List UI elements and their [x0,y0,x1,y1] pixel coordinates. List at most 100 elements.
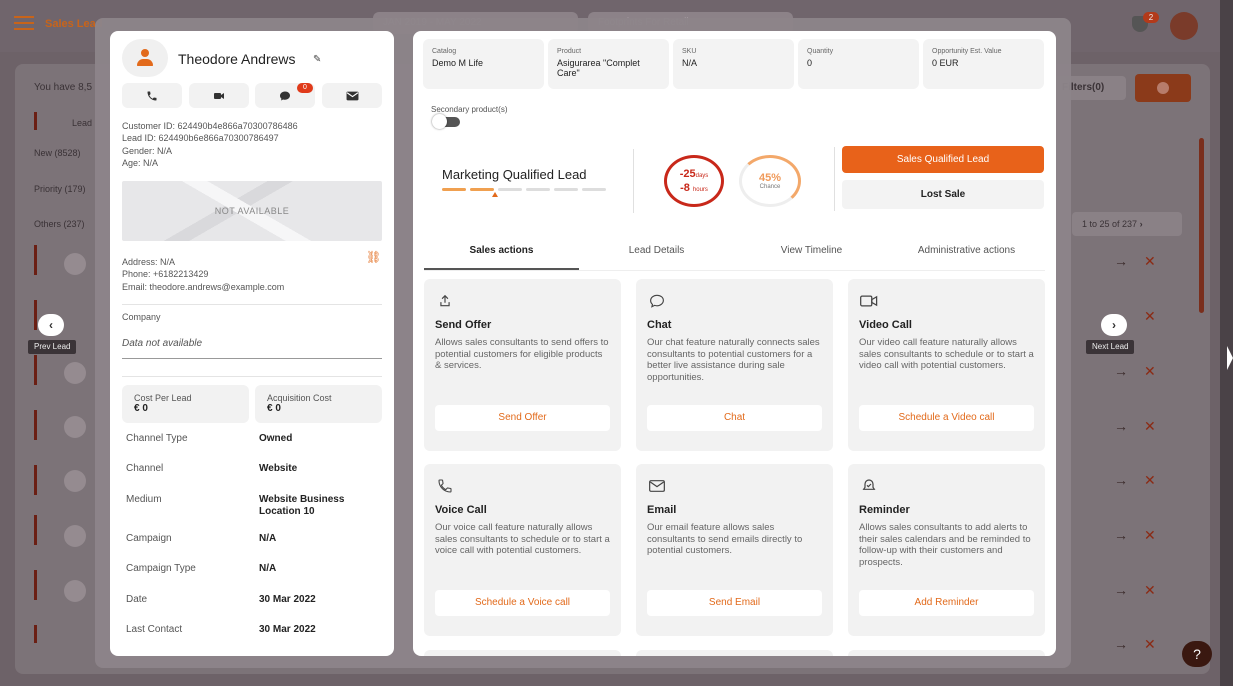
close-icon[interactable]: ✕ [1144,636,1156,653]
arrow-right-icon[interactable]: → [1114,472,1128,488]
add-lead-button[interactable] [1135,74,1191,102]
others-filter[interactable]: Others (237) [34,219,85,229]
next-lead-button[interactable]: › [1101,314,1127,336]
field-label: Catalog [432,48,457,55]
arrow-right-icon[interactable]: → [1114,418,1128,434]
action-card [424,650,621,656]
action-description: Our email feature allows sales consultan… [647,522,803,556]
sales-qualified-lead-button[interactable]: Sales Qualified Lead [842,146,1044,173]
reminder-card: Reminder Allows sales consultants to add… [848,464,1045,636]
send-offer-button[interactable]: Send Offer [435,405,610,431]
acquisition-cost-value: € 0 [267,403,281,414]
table-row [34,300,37,330]
field-value: Asigurarea "Complet Care" [557,58,640,78]
table-row [34,245,37,275]
tab-administrative-actions[interactable]: Administrative actions [889,245,1044,256]
close-icon[interactable]: ✕ [1144,363,1156,380]
detail-key: Campaign [126,533,172,544]
action-description: Our voice call feature naturally allows … [435,522,610,556]
side-expand-icon[interactable] [1227,346,1233,370]
days-unit: days [695,173,709,179]
user-avatar[interactable] [1170,12,1198,40]
action-description: Our video call feature naturally allows … [859,337,1034,371]
schedule-voice-call-button[interactable]: Schedule a Voice call [435,590,610,616]
call-button[interactable] [122,83,182,108]
close-icon[interactable]: ✕ [1144,308,1156,325]
company-label: Company [122,312,161,322]
video-button[interactable] [189,83,249,108]
table-row [34,625,37,643]
schedule-video-call-button[interactable]: Schedule a Video call [859,405,1034,431]
close-icon[interactable]: ✕ [1144,527,1156,544]
detail-value: Website [259,463,298,474]
cost-per-lead: Cost Per Lead € 0 [122,385,249,423]
phone-icon [435,476,455,496]
avatar [64,470,86,492]
tab-lead-details[interactable]: Lead Details [579,245,734,256]
chat-icon [647,291,667,311]
divider [633,149,634,213]
acquisition-cost: Acquisition Cost € 0 [255,385,382,423]
voice-call-card: Voice Call Our voice call feature natura… [424,464,621,636]
close-icon[interactable]: ✕ [1144,472,1156,489]
menu-icon[interactable] [14,16,34,30]
lost-sale-button[interactable]: Lost Sale [842,180,1044,209]
chat-action-button[interactable]: Chat [647,405,822,431]
help-button[interactable]: ? [1182,641,1212,667]
divider [122,304,382,305]
reminder-icon [859,476,879,496]
scrollbar[interactable] [1199,138,1204,313]
arrow-right-icon[interactable]: → [1114,363,1128,379]
tab-view-timeline[interactable]: View Timeline [734,245,889,256]
action-title: Chat [647,319,672,331]
pagination-text: 1 to 25 of 237 [1082,219,1138,229]
chance-value: 45% [758,172,782,184]
link-icon[interactable]: ⛓ [366,250,381,264]
table-row [34,410,37,440]
cost-per-lead-value: € 0 [134,403,148,414]
add-reminder-button[interactable]: Add Reminder [859,590,1034,616]
close-icon[interactable]: ✕ [1144,253,1156,270]
detail-value: Owned [259,433,293,444]
new-filter[interactable]: New (8528) [34,148,81,158]
action-description: Allows sales consultants to add alerts t… [859,522,1031,568]
tab-sales-actions[interactable]: Sales actions [424,245,579,256]
avatar [122,39,168,77]
action-card [636,650,833,656]
edit-icon[interactable]: ✎ [313,54,321,65]
pagination-next-icon[interactable]: › [1140,219,1143,229]
prev-lead-button[interactable]: ‹ [38,314,64,336]
detail-value: Website Business Location 10 [259,494,345,517]
opportunity-card: Catalog Demo M Life Product Asigurarea "… [413,31,1056,656]
active-tab-indicator [424,268,579,270]
email-card: Email Our email feature allows sales con… [636,464,833,636]
send-email-button[interactable]: Send Email [647,590,822,616]
secondary-product-toggle[interactable] [432,114,460,129]
action-title: Voice Call [435,504,487,516]
stage-step [526,188,550,191]
lead-profile-card: Theodore Andrews ✎ 0 Customer ID: 624490… [110,31,394,656]
arrow-right-icon[interactable]: → [1114,582,1128,598]
detail-key: Last Contact [126,624,183,635]
field-value: 0 [807,58,813,68]
email-button[interactable] [322,83,382,108]
lead-tab-marker [34,112,37,130]
close-icon[interactable]: ✕ [1144,582,1156,599]
avatar [64,253,86,275]
location-map: NOT AVAILABLE [122,181,382,241]
avatar [64,362,86,384]
hours-unit: hours [692,187,708,193]
close-icon[interactable]: ✕ [1144,418,1156,435]
detail-key: Channel [126,463,164,474]
field-value: N/A [682,58,698,68]
lead-tab[interactable]: Lead [72,118,92,128]
days-remaining: -25days [679,168,709,180]
app-title: Sales Lead [45,18,103,30]
notification-badge: 2 [1143,12,1159,23]
priority-filter[interactable]: Priority (179) [34,184,86,194]
arrow-right-icon[interactable]: → [1114,527,1128,543]
arrow-right-icon[interactable]: → [1114,636,1128,652]
send-offer-card: Send Offer Allows sales consultants to s… [424,279,621,451]
arrow-right-icon[interactable]: → [1114,253,1128,269]
mail-icon [346,91,358,100]
